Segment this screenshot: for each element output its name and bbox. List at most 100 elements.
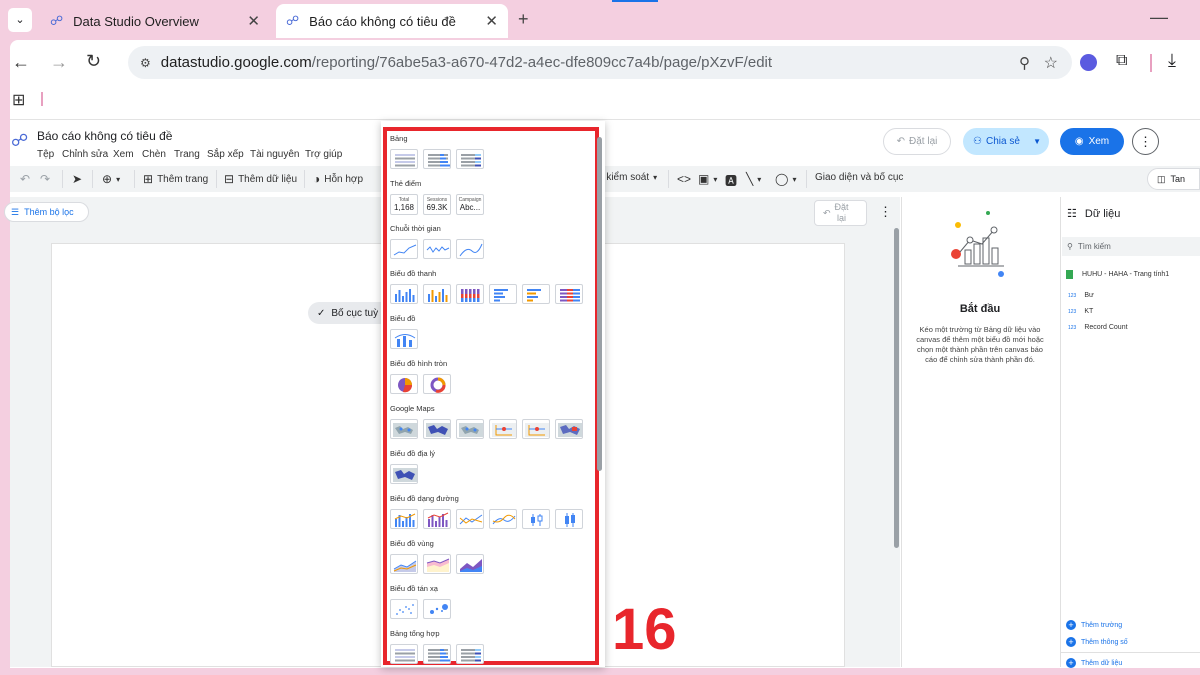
menu-item[interactable]: Tệp [37,149,54,160]
canvas-reset-button[interactable]: ↶ Đặt lại [814,200,867,226]
more-options-button[interactable]: ⋮ [1132,128,1159,155]
column-chart-icon[interactable] [390,284,418,304]
add-data-link[interactable]: + Thêm dữ liệu [1066,658,1122,668]
menu-item[interactable]: Trợ giúp [305,149,342,160]
extension-avatar-icon[interactable] [1080,54,1097,71]
canvas-scrollbar[interactable] [894,228,899,548]
data-source-item[interactable]: HUHU - HAHA - Trang tính1 [1066,270,1169,279]
scatter-chart-icon[interactable] [390,599,418,619]
table-bar-chart-icon[interactable] [423,149,451,169]
heatmap-map-icon[interactable] [456,419,484,439]
address-bar[interactable]: ⚙ datastudio.google.com /reporting/76abe… [128,46,1072,79]
pivot-table-bar-icon[interactable] [423,644,451,664]
pie-chart-icon[interactable] [390,374,418,394]
stacked-column-chart-icon[interactable] [456,284,484,304]
menu-item[interactable]: Xem [113,149,134,160]
tab-list-button[interactable]: ⌄ [8,8,32,32]
report-title[interactable]: Báo cáo không có tiêu đề [37,129,172,143]
filled-map-icon[interactable] [423,419,451,439]
smoothed-timeseries-icon[interactable] [456,239,484,259]
line-column-combo-icon[interactable] [390,509,418,529]
zoom-icon[interactable]: ⚲ [1019,54,1030,72]
field-item[interactable]: 123 Bư [1068,292,1094,301]
field-item[interactable]: 123 KT [1068,308,1093,317]
bookmark-star-icon[interactable]: ☆ [1044,53,1058,73]
add-control-dropdown[interactable]: n kiểm soát ▾ [598,172,657,183]
bubble-map-icon[interactable] [390,419,418,439]
pivot-table-icon[interactable] [390,644,418,664]
redo-icon[interactable]: ↷ [40,172,50,186]
undo-reset-button[interactable]: ↶ Đặt lại [883,128,951,155]
add-filter-button[interactable]: ☰ Thêm bộ lọc [4,202,89,222]
menu-item[interactable]: Sắp xếp [207,149,244,160]
table-heatmap-chart-icon[interactable] [456,149,484,169]
select-cursor-icon[interactable]: ➤ [72,172,82,186]
pivot-table-heatmap-icon[interactable] [456,644,484,664]
add-field-link[interactable]: + Thêm trường [1066,620,1122,630]
add-data-button[interactable]: ⊟ Thêm dữ liệu [224,172,297,186]
view-button[interactable]: ◉ Xem [1060,128,1124,155]
tab-report[interactable]: ☍ Báo cáo không có tiêu đề ✕ [276,4,508,38]
site-info-icon[interactable]: ⚙ [140,56,151,70]
percent-area-chart-icon[interactable] [456,554,484,574]
apps-grid-icon[interactable]: ⊞ [12,90,25,110]
menu-item[interactable]: Chèn [142,149,166,160]
area-chart-icon[interactable] [390,554,418,574]
embed-code-icon[interactable]: <> [677,172,691,186]
timeseries-chart-icon[interactable] [390,239,418,259]
geo-chart-icon[interactable] [390,464,418,484]
field-item[interactable]: 123 Record Count [1068,324,1128,333]
sparkline-chart-icon[interactable] [423,239,451,259]
filled-bubble-map-icon[interactable] [555,419,583,439]
donut-chart-icon[interactable] [423,374,451,394]
add-parameter-link[interactable]: + Thêm thông số [1066,637,1128,647]
combo-chart-icon[interactable] [390,329,418,349]
bubble-chart-icon[interactable] [423,599,451,619]
menu-item[interactable]: Trang [174,149,200,160]
combo-map-icon[interactable] [522,419,550,439]
shape-icon[interactable]: ◯ ▾ [775,172,796,186]
image-icon[interactable]: ▣ ▾ [698,172,717,186]
back-button[interactable]: ← [12,52,30,73]
canvas-more-icon[interactable]: ⋮ [879,204,892,220]
extensions-puzzle-icon[interactable]: ⧉ [1116,52,1127,70]
candlestick-filled-chart-icon[interactable] [555,509,583,529]
theme-layout-button[interactable]: Giao diện và bố cục [815,172,903,183]
bar-chart-icon[interactable] [489,284,517,304]
menu-item[interactable]: Chỉnh sửa [62,149,108,160]
stacked-bar-chart-icon[interactable] [555,284,583,304]
table-chart-icon[interactable] [390,149,418,169]
scorecard-chart-option[interactable]: Sessions 69.3K [423,194,451,215]
forward-button[interactable]: → [50,52,68,73]
looker-studio-logo[interactable]: ☍ [11,131,28,151]
grouped-bar-chart-icon[interactable] [522,284,550,304]
zoom-dropdown[interactable]: ⊕ ▾ [102,172,120,186]
candlestick-chart-icon[interactable] [522,509,550,529]
add-page-button[interactable]: ⊞ Thêm trang [143,172,208,186]
grouped-column-chart-icon[interactable] [423,284,451,304]
scorecard-chart-option[interactable]: Campaign Abc... [456,194,484,215]
new-tab-button[interactable]: + [518,9,529,30]
share-dropdown-icon[interactable]: ▼ [1033,137,1041,146]
close-tab-icon[interactable]: ✕ [247,12,260,30]
toolbar-right-button[interactable]: ◫ Tan [1147,168,1200,190]
stacked-area-chart-icon[interactable] [423,554,451,574]
menu-item[interactable]: Tài nguyên [250,149,299,160]
close-tab-icon[interactable]: ✕ [485,12,498,30]
smoothed-line-chart-icon[interactable] [489,509,517,529]
tab-data-studio-overview[interactable]: ☍ Data Studio Overview ✕ [40,6,270,36]
share-button[interactable]: ⚇ Chia sẻ ▼ [963,128,1049,155]
blend-button[interactable]: ◑ Hỗn hợp [313,172,363,186]
line-icon[interactable]: ╲ ▾ [746,172,761,186]
minimize-button[interactable]: — [1150,7,1168,28]
panel-scrollbar[interactable] [597,137,602,471]
text-icon[interactable]: 🅰 [725,172,737,189]
stacked-combo-chart-icon[interactable] [423,509,451,529]
reload-button[interactable]: ↻ [86,51,101,72]
line-map-icon[interactable] [489,419,517,439]
line-chart-icon[interactable] [456,509,484,529]
scorecard-chart-option[interactable]: Total 1,168 [390,194,418,215]
data-search-field[interactable]: ⚲ Tìm kiếm [1062,237,1200,256]
download-icon[interactable]: ⤓ [1168,50,1176,71]
undo-icon[interactable]: ↶ [20,172,30,186]
